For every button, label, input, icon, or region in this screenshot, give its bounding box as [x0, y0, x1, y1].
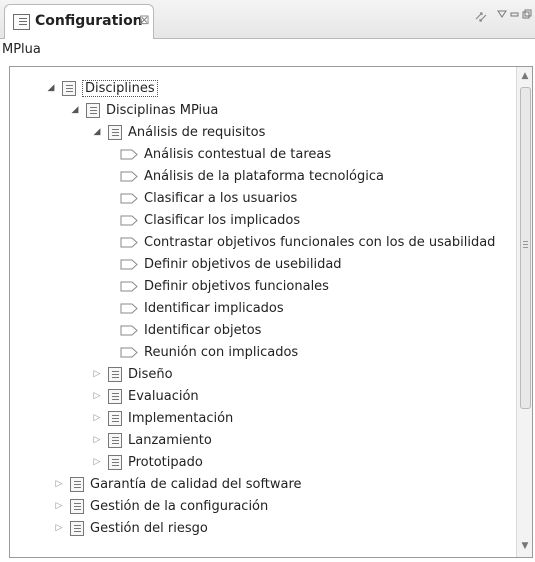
scrollbar-thumb[interactable] [520, 87, 531, 409]
tree-node-label: Disciplinas MPiua [106, 102, 219, 118]
tree-node-label: Prototipado [128, 454, 203, 470]
collapsed-arrow-icon[interactable]: ▷ [92, 391, 102, 401]
expanded-arrow-icon[interactable]: ◢ [46, 83, 56, 93]
collapsed-arrow-icon[interactable]: ▷ [54, 501, 64, 511]
collapsed-arrow-icon[interactable]: ▷ [92, 413, 102, 423]
task-node[interactable]: Identificar objetos [120, 319, 261, 341]
discipline-group-icon [70, 498, 84, 514]
tree-node-label: Análisis contestual de tareas [144, 146, 332, 162]
discipline-icon [108, 454, 122, 470]
collapsed-arrow-icon[interactable]: ▷ [54, 479, 64, 489]
tree-node-label: Identificar objetos [144, 322, 262, 338]
discipline-group-icon [86, 102, 100, 118]
task-node[interactable]: Reunión con implicados [120, 341, 298, 363]
task-icon [120, 171, 138, 181]
tree-node-label: Análisis de requisitos [128, 124, 266, 140]
tree-node-discipline[interactable]: ▷ Evaluación [92, 385, 199, 407]
task-node[interactable]: Contrastar objetivos funcionales con los… [120, 231, 495, 253]
collapsed-arrow-icon[interactable]: ▷ [92, 435, 102, 445]
tree-node-label: Disciplines [82, 79, 158, 97]
discipline-group-icon [70, 476, 84, 492]
tree-node-discipline[interactable]: ▷ Diseño [92, 363, 173, 385]
tree-node-label: Definir objetivos de usebilidad [144, 256, 342, 272]
tree-node-label: Gestión del riesgo [90, 520, 208, 536]
configuration-view-icon [13, 14, 30, 30]
tree-node-label: Clasificar los implicados [144, 212, 301, 228]
tree-node-label: Lanzamiento [128, 432, 212, 448]
maximize-icon[interactable] [522, 9, 532, 23]
minimize-icon[interactable] [510, 9, 519, 23]
task-node[interactable]: Identificar implicados [120, 297, 284, 319]
tree-node-group[interactable]: ▷ Gestión de la configuración [54, 495, 268, 517]
tree-node-label: Evaluación [128, 388, 199, 404]
task-node[interactable]: Clasificar los implicados [120, 209, 300, 231]
sync-icon[interactable] [473, 9, 489, 29]
task-icon [120, 347, 138, 357]
tree-node-group[interactable]: ▷ Gestión del riesgo [54, 517, 208, 539]
tree-node-label: Contrastar objetivos funcionales con los… [144, 234, 496, 250]
task-icon [120, 259, 138, 269]
task-icon [120, 149, 138, 159]
disciplines-folder-icon [62, 80, 76, 96]
task-node[interactable]: Análisis contestual de tareas [120, 143, 331, 165]
tree-node-label: Diseño [128, 366, 173, 382]
tree-node-discipline[interactable]: ▷ Prototipado [92, 451, 203, 473]
task-icon [120, 215, 138, 225]
view-menu-icon[interactable] [497, 9, 507, 23]
discipline-icon [108, 124, 122, 140]
tree-node-label: Implementación [128, 410, 234, 426]
task-icon [120, 303, 138, 313]
discipline-icon [108, 432, 122, 448]
discipline-icon [108, 410, 122, 426]
view-tab-bar: Configuration ⊠ [0, 0, 535, 39]
task-icon [120, 325, 138, 335]
tree-node-root[interactable]: ◢ Disciplines [46, 77, 158, 99]
task-icon [120, 237, 138, 247]
configuration-tab[interactable]: Configuration ⊠ [4, 4, 154, 39]
task-node[interactable]: Clasificar a los usuarios [120, 187, 297, 209]
task-node[interactable]: Análisis de la plataforma tecnológica [120, 165, 384, 187]
tree-node-label: Definir objetivos funcionales [144, 278, 329, 294]
tree-node-label: Análisis de la plataforma tecnológica [144, 168, 384, 184]
scroll-up-arrow-icon[interactable]: ▲ [517, 71, 532, 81]
tab-title: Configuration [35, 13, 143, 29]
expanded-arrow-icon[interactable]: ◢ [70, 105, 80, 115]
configuration-name: MPlua [2, 42, 41, 57]
tree-node-label: Gestión de la configuración [90, 498, 269, 514]
discipline-icon [108, 388, 122, 404]
configuration-tree[interactable]: ◢ Disciplines ◢ Disciplinas MPiua ◢ Anál… [9, 66, 533, 558]
collapsed-arrow-icon[interactable]: ▷ [54, 523, 64, 533]
tree-node-label: Clasificar a los usuarios [144, 190, 298, 206]
collapsed-arrow-icon[interactable]: ▷ [92, 457, 102, 467]
discipline-group-icon [70, 520, 84, 536]
tree-node-label: Garantía de calidad del software [90, 476, 302, 492]
tree-node-label: Identificar implicados [144, 300, 284, 316]
tree-node-group[interactable]: ◢ Disciplinas MPiua [70, 99, 218, 121]
task-node[interactable]: Definir objetivos de usebilidad [120, 253, 342, 275]
vertical-scrollbar[interactable]: ▲ ▼ [516, 67, 532, 557]
tree-node-discipline[interactable]: ▷ Implementación [92, 407, 233, 429]
tree-node-discipline-expanded[interactable]: ◢ Análisis de requisitos [92, 121, 265, 143]
tree-node-group[interactable]: ▷ Garantía de calidad del software [54, 473, 302, 495]
collapsed-arrow-icon[interactable]: ▷ [92, 369, 102, 379]
scroll-down-arrow-icon[interactable]: ▼ [517, 541, 532, 551]
close-tab-icon[interactable]: ⊠ [139, 13, 150, 28]
tree-node-discipline[interactable]: ▷ Lanzamiento [92, 429, 212, 451]
tree-node-label: Reunión con implicados [144, 344, 299, 360]
task-icon [120, 281, 138, 291]
discipline-icon [108, 366, 122, 382]
task-node[interactable]: Definir objetivos funcionales [120, 275, 329, 297]
expanded-arrow-icon[interactable]: ◢ [92, 127, 102, 137]
task-icon [120, 193, 138, 203]
